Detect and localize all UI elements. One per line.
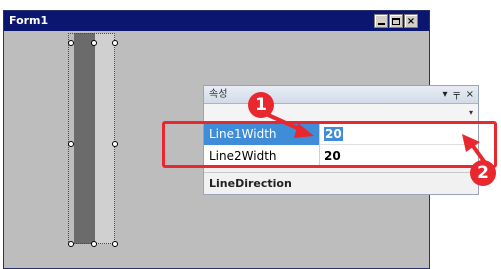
property-category: LineDirection [204,172,478,194]
properties-title: 속성 [209,89,228,100]
resize-handle-top-center[interactable] [91,40,97,46]
resize-handle-bottom-left[interactable] [68,241,74,247]
pin-icon[interactable]: ╤ [454,86,460,104]
maximize-button[interactable] [389,14,403,28]
selection-box [68,33,115,244]
close-icon: × [406,15,416,27]
resize-handle-middle-right[interactable] [112,141,118,147]
resize-handle-middle-left[interactable] [68,141,74,147]
resize-handle-bottom-right[interactable] [112,241,118,247]
step-badge-2: 2 [470,160,496,186]
minimize-button[interactable] [374,14,388,28]
step-badge-1: 1 [248,92,274,118]
maximize-icon [392,17,400,25]
close-icon[interactable]: × [466,86,474,104]
minimize-icon [377,23,385,25]
form1-title: Form1 [9,14,49,27]
close-button[interactable]: × [404,14,418,28]
properties-toolbar: ▾ [204,104,478,122]
arrow-1-icon [265,112,314,138]
form1-titlebar[interactable]: Form1 [4,11,429,31]
resize-handle-top-left[interactable] [68,40,74,46]
screenshot-stage: Form1 × 속성 ▾ ╤ × ▾ Line1Width 20 Line2Wi… [0,0,501,269]
dropdown-icon[interactable]: ▾ [443,86,448,104]
resize-handle-top-right[interactable] [112,40,118,46]
properties-titlebar[interactable]: 속성 ▾ ╤ × [204,86,478,104]
resize-handle-bottom-center[interactable] [91,241,97,247]
chevron-down-icon[interactable]: ▾ [469,108,473,117]
